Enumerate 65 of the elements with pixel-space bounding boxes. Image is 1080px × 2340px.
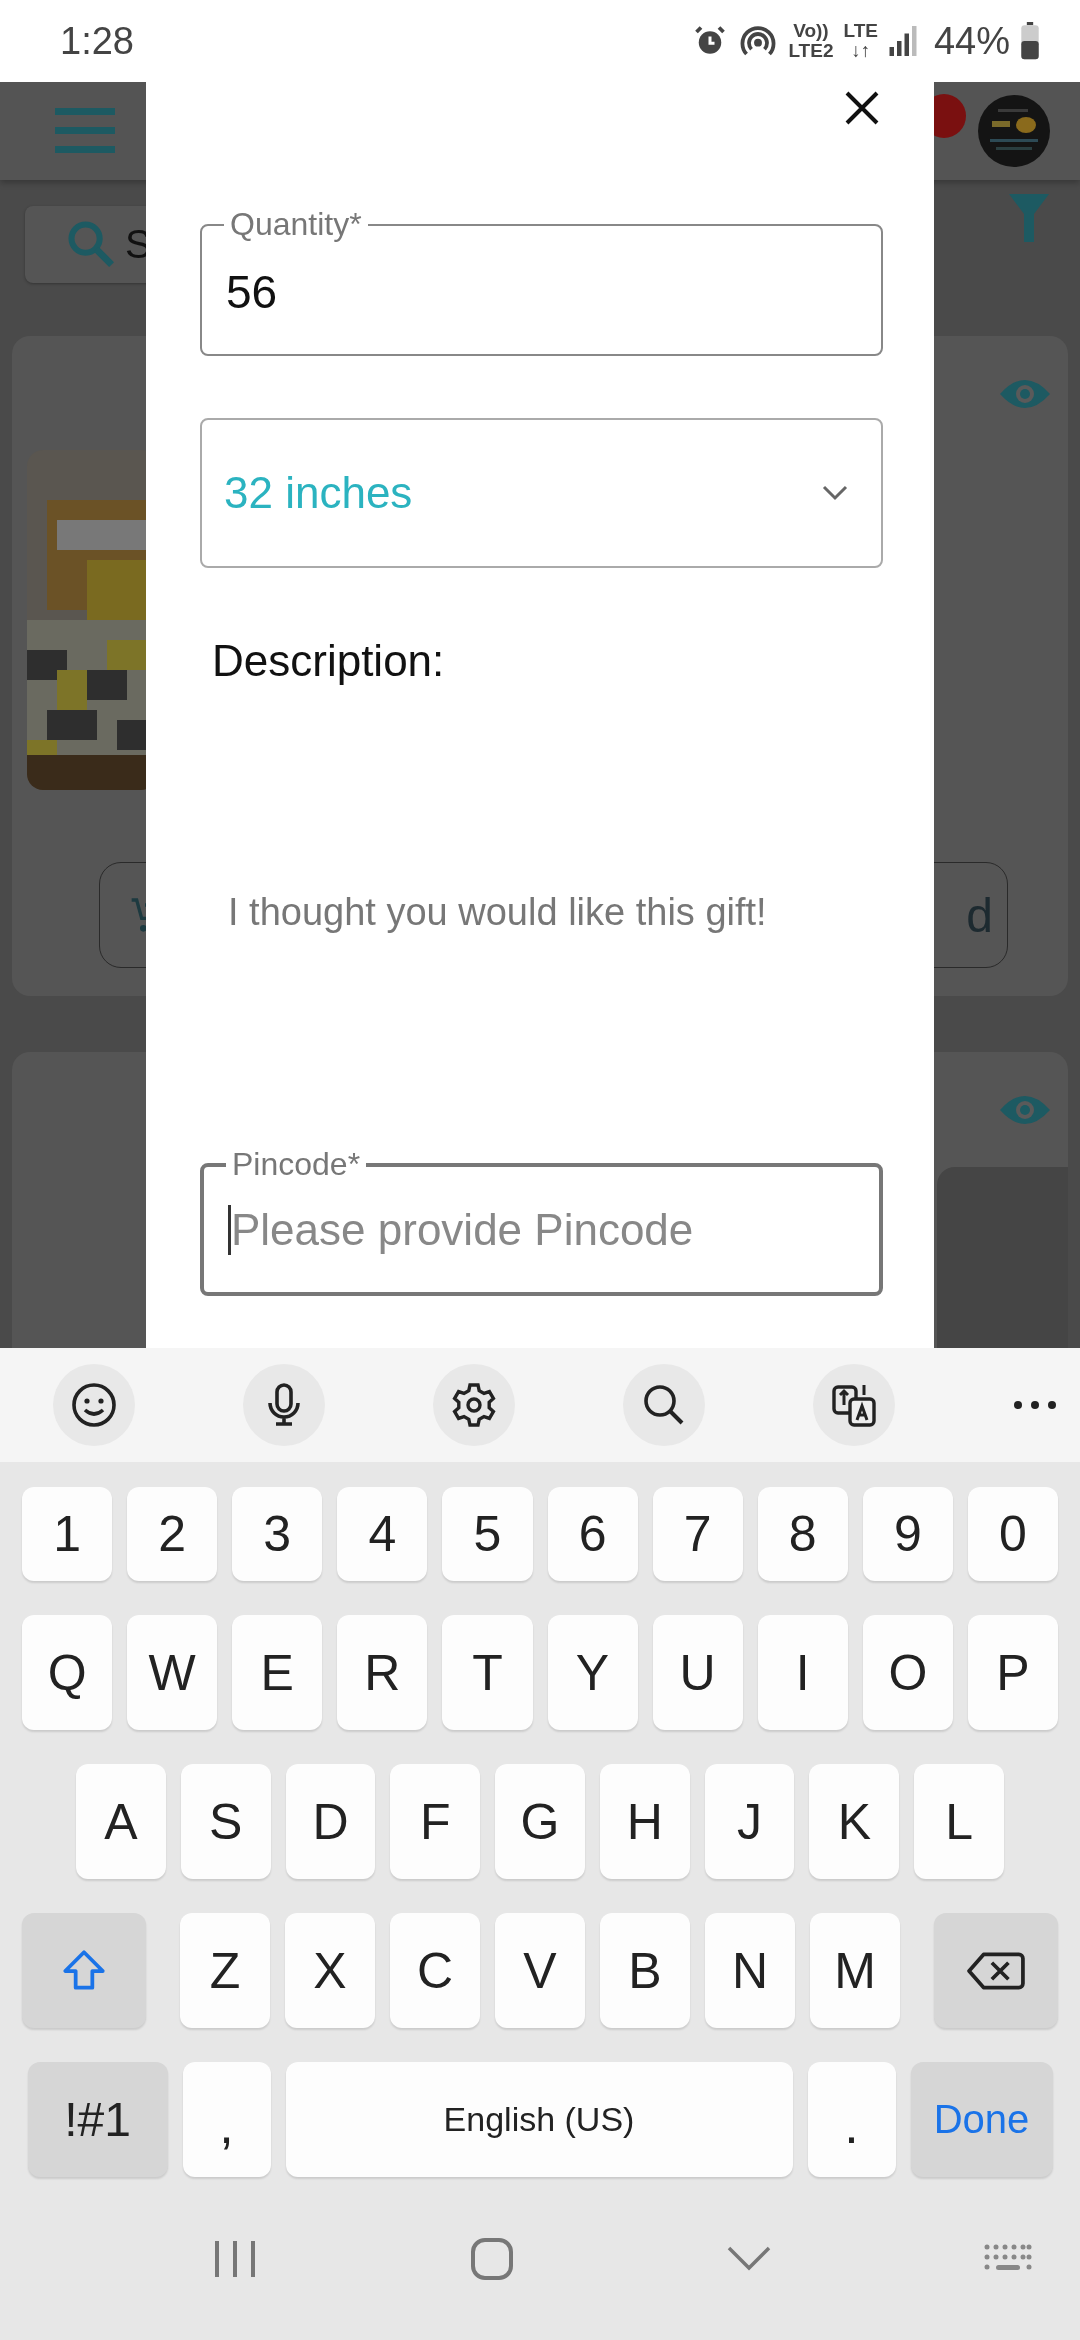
keyboard-key[interactable]: E (232, 1615, 323, 1730)
battery-icon (1020, 22, 1040, 60)
backspace-key[interactable] (934, 1913, 1058, 2028)
keyboard-key[interactable]: J (704, 1764, 795, 1879)
network-label: LTE (843, 21, 878, 41)
keyboard-key[interactable]: 6 (547, 1487, 638, 1581)
network-label: ↓↑ (851, 41, 871, 61)
keyboard-key[interactable]: A (76, 1764, 166, 1879)
keyboard-key[interactable]: 1 (22, 1487, 113, 1581)
keyboard-key[interactable]: U (652, 1615, 743, 1730)
field-value: 56 (226, 265, 278, 319)
space-key[interactable]: English (US) (285, 2062, 793, 2177)
description-text: I thought you would like this gift! (228, 891, 768, 934)
shift-key[interactable] (22, 1913, 146, 2028)
keyboard-key[interactable]: 9 (862, 1487, 953, 1581)
field-placeholder: Please provide Pincode (231, 1205, 694, 1255)
keyboard-key[interactable]: G (495, 1764, 585, 1879)
recent-apps-icon[interactable] (213, 2238, 257, 2279)
keyboard-key[interactable]: N (705, 1913, 795, 2028)
keyboard-key[interactable]: L (914, 1764, 1004, 1879)
keyboard-key[interactable]: X (285, 1913, 375, 2028)
keyboard-key[interactable]: S (180, 1764, 271, 1879)
keyboard-key[interactable]: C (390, 1913, 480, 2028)
keyboard-key[interactable]: 4 (337, 1487, 428, 1581)
keyboard-key[interactable]: V (495, 1913, 585, 2028)
symbols-key[interactable]: !#1 (27, 2062, 168, 2177)
keyboard-key[interactable]: H (599, 1764, 690, 1879)
period-key[interactable]: . (807, 2062, 896, 2177)
network-label: Vo)) (793, 21, 829, 41)
field-label: Pincode* (231, 1146, 362, 1183)
keyboard-key[interactable]: 8 (757, 1487, 848, 1581)
keyboard-key[interactable]: 2 (127, 1487, 218, 1581)
keyboard-key[interactable]: O (862, 1615, 953, 1730)
dropdown-value: 32 inches (224, 468, 413, 518)
keyboard-key[interactable]: K (809, 1764, 900, 1879)
status-time: 1:28 (60, 19, 134, 63)
home-icon[interactable] (470, 2236, 514, 2281)
keyboard-key[interactable]: 5 (442, 1487, 533, 1581)
keyboard-key[interactable]: 0 (967, 1487, 1058, 1581)
comma-key[interactable]: , (182, 2062, 271, 2177)
more-icon[interactable] (1013, 1400, 1057, 1410)
keyboard-key[interactable]: 3 (232, 1487, 323, 1581)
chevron-down-icon[interactable] (727, 2245, 771, 2272)
keyboard-key[interactable]: M (810, 1913, 900, 2028)
keyboard-key[interactable]: Z (180, 1913, 270, 2028)
keyboard-key[interactable]: B (600, 1913, 690, 2028)
description-label: Description: (212, 636, 446, 686)
keyboard-key[interactable]: F (390, 1764, 481, 1879)
network-label: LTE2 (788, 41, 834, 61)
signal-icon (887, 24, 918, 58)
chevron-down-icon (821, 484, 849, 502)
keyboard-key[interactable]: R (337, 1615, 428, 1730)
keyboard-key[interactable]: Y (547, 1615, 638, 1730)
keyboard-key[interactable]: W (127, 1615, 218, 1730)
field-label: Quantity* (229, 206, 363, 243)
keyboard-key[interactable]: D (285, 1764, 376, 1879)
battery-level: 44% (933, 19, 1010, 63)
close-icon[interactable] (844, 90, 880, 126)
keyboard-key[interactable]: 7 (652, 1487, 743, 1581)
keyboard-key[interactable]: P (967, 1615, 1058, 1730)
keyboard-key[interactable]: Q (22, 1615, 113, 1730)
search-icon (65, 218, 117, 270)
keyboard-key[interactable]: I (757, 1615, 848, 1730)
text-cursor (228, 1205, 231, 1255)
keyboard-key[interactable]: T (442, 1615, 533, 1730)
